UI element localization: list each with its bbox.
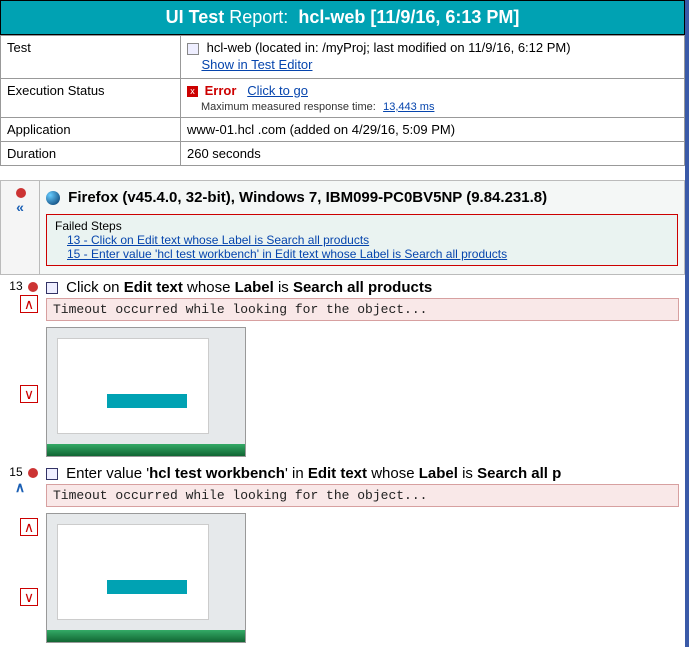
pin-icon bbox=[16, 188, 26, 198]
show-in-test-editor-link[interactable]: Show in Test Editor bbox=[201, 57, 312, 72]
row-dur-label: Duration bbox=[1, 141, 181, 165]
row-app-label: Application bbox=[1, 117, 181, 141]
row-exec-value: x Error Click to go Maximum measured res… bbox=[181, 78, 685, 117]
t: hcl test workbench bbox=[149, 465, 285, 482]
step-13-up-icon[interactable]: ∧ bbox=[20, 295, 38, 313]
step-13-num-text: 13 bbox=[9, 279, 22, 293]
step-15-down-icon[interactable]: ∨ bbox=[20, 588, 38, 606]
t: Label bbox=[235, 279, 274, 296]
failed-steps-title: Failed Steps bbox=[55, 219, 669, 233]
t: Edit text bbox=[308, 465, 367, 482]
row-test-value: hcl-web (located in: /myProj; last modif… bbox=[181, 36, 685, 79]
error-word: Error bbox=[205, 83, 237, 98]
environment-title-text: Firefox (v45.4.0, 32-bit), Windows 7, IB… bbox=[68, 189, 547, 206]
step-item-icon bbox=[46, 468, 58, 480]
t: ' in bbox=[285, 465, 308, 482]
report-header: UI Test Report: hcl-web [11/9/16, 6:13 P… bbox=[0, 0, 685, 35]
row-test-label: Test bbox=[1, 36, 181, 79]
environment-title: Firefox (v45.4.0, 32-bit), Windows 7, IB… bbox=[46, 185, 678, 210]
row-app-value: www-01.hcl .com (added on 4/29/16, 5:09 … bbox=[181, 117, 685, 141]
env-gutter: « bbox=[0, 180, 40, 275]
failed-steps-box: Failed Steps 13 - Click on Edit text who… bbox=[46, 214, 678, 266]
step-15-timeout-message: Timeout occurred while looking for the o… bbox=[46, 484, 679, 507]
step-13-down-icon[interactable]: ∨ bbox=[20, 385, 38, 403]
failed-step-link-15[interactable]: 15 - Enter value 'hcl test workbench' in… bbox=[67, 247, 507, 261]
step-15-screenshot-thumb[interactable] bbox=[46, 513, 246, 643]
step-13-screenshot-thumb[interactable] bbox=[46, 327, 246, 457]
t: Search all products bbox=[293, 279, 432, 296]
header-test-name: hcl-web [11/9/16, 6:13 PM] bbox=[298, 7, 519, 27]
test-main-text: hcl-web (located in: /myProj; last modif… bbox=[207, 40, 571, 55]
info-table: Test hcl-web (located in: /myProj; last … bbox=[0, 35, 685, 166]
step-15-number: 15 bbox=[2, 465, 38, 479]
t: Edit text bbox=[124, 279, 183, 296]
t: whose bbox=[183, 279, 235, 296]
t: is bbox=[274, 279, 293, 296]
row-dur-value: 260 seconds bbox=[181, 141, 685, 165]
row-exec-label: Execution Status bbox=[1, 78, 181, 117]
step-13-timeout-message: Timeout occurred while looking for the o… bbox=[46, 298, 679, 321]
step-15-up-icon[interactable]: ∧ bbox=[20, 518, 38, 536]
step-pin-icon bbox=[28, 282, 38, 292]
t: Click on bbox=[66, 279, 124, 296]
step-15-gutter: 15 ∧ ∧ ∨ bbox=[0, 461, 40, 647]
environment-section: « Firefox (v45.4.0, 32-bit), Windows 7, … bbox=[0, 180, 685, 275]
step-13-number: 13 bbox=[2, 279, 38, 293]
step-13-title: Click on Edit text whose Label is Search… bbox=[46, 279, 679, 296]
t: is bbox=[458, 465, 477, 482]
step-13-gutter: 13 ∧ ∨ bbox=[0, 275, 40, 461]
t: Enter value ' bbox=[66, 465, 149, 482]
step-13: 13 ∧ ∨ Click on Edit text whose Label is… bbox=[0, 275, 685, 461]
t: whose bbox=[367, 465, 419, 482]
step-15-collapse-icon[interactable]: ∧ bbox=[2, 479, 38, 496]
max-response-label: Maximum measured response time: bbox=[201, 101, 376, 113]
step-item-icon bbox=[46, 282, 58, 294]
step-pin-icon bbox=[28, 468, 38, 478]
t: Search all p bbox=[477, 465, 561, 482]
test-file-icon bbox=[187, 43, 199, 55]
step-15: 15 ∧ ∧ ∨ Enter value 'hcl test workbench… bbox=[0, 461, 685, 647]
step-15-title: Enter value 'hcl test workbench' in Edit… bbox=[46, 465, 679, 482]
error-icon: x bbox=[187, 86, 198, 97]
step-15-num-text: 15 bbox=[9, 465, 22, 479]
t: Label bbox=[419, 465, 458, 482]
click-to-go-link[interactable]: Click to go bbox=[247, 83, 308, 98]
browser-icon bbox=[46, 191, 60, 205]
max-response-link[interactable]: 13,443 ms bbox=[383, 101, 434, 113]
failed-step-link-13[interactable]: 13 - Click on Edit text whose Label is S… bbox=[67, 233, 369, 247]
header-report-word: Report: bbox=[229, 7, 288, 27]
collapse-all-icon[interactable]: « bbox=[3, 199, 37, 215]
header-prefix: UI Test bbox=[166, 7, 225, 27]
